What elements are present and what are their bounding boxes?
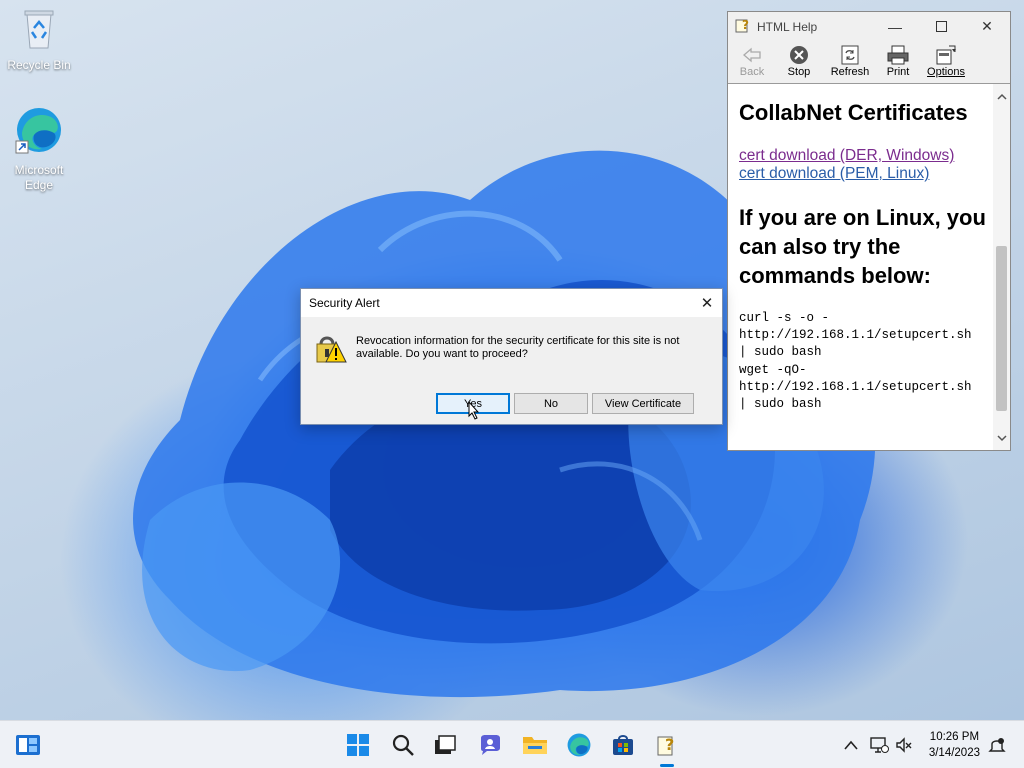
refresh-label: Refresh xyxy=(830,66,870,78)
cert-download-pem-link[interactable]: cert download (PEM, Linux) xyxy=(739,165,994,183)
notification-bell-icon xyxy=(988,738,1006,752)
store-button[interactable] xyxy=(608,730,638,760)
stop-icon xyxy=(775,45,823,65)
start-icon xyxy=(347,734,369,756)
help-heading: CollabNet Certificates xyxy=(739,100,968,125)
edge-icon xyxy=(567,733,591,757)
svg-text:?: ? xyxy=(665,735,674,754)
options-icon xyxy=(922,45,970,65)
help-title-bar[interactable]: ? HTML Help — ✕ xyxy=(728,12,1010,41)
desktop-icon-edge[interactable]: Microsoft Edge xyxy=(1,105,77,193)
stop-button[interactable]: Stop xyxy=(775,45,823,78)
dialog-message: Revocation information for the security … xyxy=(356,335,680,360)
minimize-icon: — xyxy=(888,18,902,35)
no-button[interactable]: No xyxy=(514,393,588,414)
mouse-cursor-icon xyxy=(468,400,482,424)
task-view-icon xyxy=(435,735,456,754)
view-certificate-button[interactable]: View Certificate xyxy=(592,393,694,414)
file-explorer-icon xyxy=(523,737,547,754)
dialog-title: Security Alert xyxy=(309,296,380,310)
network-icon xyxy=(870,737,889,753)
search-button[interactable] xyxy=(388,730,418,760)
refresh-button[interactable]: Refresh xyxy=(826,45,874,78)
desktop-icon-label: Microsoft Edge xyxy=(14,163,64,192)
refresh-icon xyxy=(826,45,874,65)
edge-taskbar-button[interactable] xyxy=(564,730,594,760)
help-subheading: If you are on Linux, you can also try th… xyxy=(739,205,986,288)
html-help-icon: ? xyxy=(735,17,751,36)
maximize-button[interactable] xyxy=(918,12,964,41)
clock[interactable]: 10:26 PM 3/14/2023 xyxy=(929,729,980,761)
view-certificate-label: View Certificate xyxy=(604,397,682,410)
task-view-button[interactable] xyxy=(430,730,460,760)
chat-icon xyxy=(481,735,500,755)
print-button[interactable]: Print xyxy=(874,45,922,78)
taskbar: ? 10:26 PM 3/14/2023 xyxy=(0,720,1024,768)
close-button[interactable]: ✕ xyxy=(964,12,1010,41)
back-arrow-icon xyxy=(728,45,776,65)
back-button[interactable]: Back xyxy=(728,45,776,78)
no-button-label: No xyxy=(543,397,559,410)
printer-icon xyxy=(874,45,922,65)
chevron-down-icon xyxy=(996,435,1007,442)
start-button[interactable] xyxy=(343,730,373,760)
store-icon xyxy=(613,735,633,755)
help-content-pane: CollabNet Certificates cert download (DE… xyxy=(728,84,994,450)
chevron-up-icon xyxy=(844,740,858,750)
security-alert-dialog: Security Alert ✕ Revocation information … xyxy=(300,288,723,425)
clock-time: 10:26 PM xyxy=(929,731,980,743)
minimize-button[interactable]: — xyxy=(872,12,918,41)
desktop-icon-recycle-bin[interactable]: Recycle Bin xyxy=(1,8,77,73)
security-lock-warning-icon xyxy=(315,332,347,369)
html-help-window: ? HTML Help — ✕ Back Stop Refresh Print … xyxy=(727,11,1011,451)
options-label: Options xyxy=(927,66,965,78)
html-help-taskbar-button[interactable]: ? xyxy=(652,730,682,767)
scroll-up-button[interactable] xyxy=(993,88,1010,105)
recycle-bin-icon xyxy=(1,8,77,54)
svg-text:?: ? xyxy=(742,18,749,32)
back-label: Back xyxy=(739,66,765,78)
edge-icon xyxy=(1,105,77,159)
maximize-icon xyxy=(935,21,947,32)
dialog-title-bar[interactable]: Security Alert ✕ xyxy=(301,289,722,317)
active-indicator xyxy=(660,764,674,767)
options-button[interactable]: Options xyxy=(922,45,970,78)
cert-download-der-link[interactable]: cert download (DER, Windows) xyxy=(739,147,994,165)
volume-muted-icon xyxy=(896,737,912,753)
stop-label: Stop xyxy=(787,66,811,78)
file-explorer-button[interactable] xyxy=(520,730,550,760)
widgets-icon xyxy=(16,735,40,755)
commands-code-block: curl -s -o - http://192.168.1.1/setupcer… xyxy=(739,311,972,412)
close-icon: ✕ xyxy=(700,295,714,312)
print-label: Print xyxy=(886,66,910,78)
dialog-close-button[interactable]: ✕ xyxy=(692,289,722,317)
close-icon: ✕ xyxy=(981,18,993,34)
clock-date: 3/14/2023 xyxy=(928,747,980,759)
scroll-down-button[interactable] xyxy=(993,430,1010,447)
help-toolbar: Back Stop Refresh Print Options xyxy=(728,41,1010,84)
help-window-title: HTML Help xyxy=(757,19,818,34)
html-help-icon: ? xyxy=(657,735,674,756)
widgets-button[interactable] xyxy=(13,730,43,760)
volume-button[interactable] xyxy=(889,730,919,760)
scroll-thumb[interactable] xyxy=(996,246,1007,411)
chevron-up-icon xyxy=(996,93,1007,100)
search-icon xyxy=(392,734,414,756)
notifications-button[interactable] xyxy=(982,730,1012,760)
show-hidden-icons-button[interactable] xyxy=(836,730,866,760)
desktop-icon-label: Recycle Bin xyxy=(7,58,71,72)
help-scrollbar[interactable] xyxy=(993,84,1010,450)
chat-button[interactable] xyxy=(475,730,505,760)
